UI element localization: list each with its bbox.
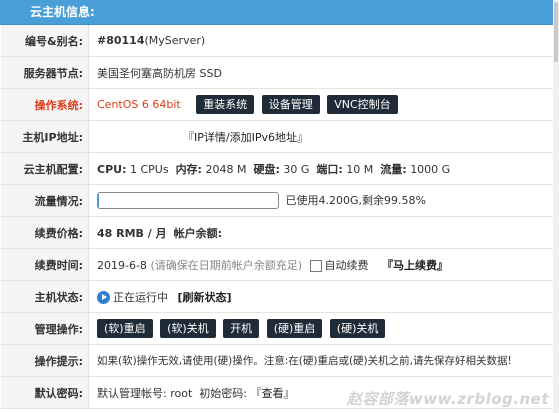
label-os: 操作系统: [1, 88, 89, 121]
row-traffic: 流量情况: 已使用4.200G,剩余99.58% [1, 184, 553, 217]
renew-now-link[interactable]: 『马上续费』 [382, 259, 448, 272]
panel-header: 云主机信息: [0, 0, 559, 25]
row-config: 云主机配置: CPU: 1 CPUs 内存: 2048 M 硬盘: 30 G 端… [1, 152, 553, 185]
row-tip: 操作提示: 如果(软)操作无效,请使用(硬)操作。注意:在(硬)重启或(硬)关机… [1, 344, 553, 377]
port-label: 端口: [316, 162, 343, 176]
soft-shutdown-button[interactable]: (软)关机 [160, 319, 216, 338]
admin-user-prefix: 默认管理帐号: [97, 386, 167, 400]
auto-renew-checkbox[interactable] [309, 259, 322, 272]
ip-details-link[interactable]: 『IP详情/添加IPv6地址』 [183, 131, 308, 144]
admin-user: root [170, 386, 193, 400]
power-on-button[interactable]: 开机 [223, 319, 260, 338]
initial-password-label: 初始密码: [199, 386, 247, 400]
label-status: 主机状态: [1, 280, 89, 313]
status-value: 正在运行中 [113, 290, 168, 304]
balance-label: 帐户余额: [173, 226, 223, 240]
row-ops: 管理操作: (软)重启 (软)关机 开机 (硬)重启 (硬)关机 [1, 312, 553, 345]
label-traffic: 流量情况: [1, 184, 89, 217]
label-node: 服务器节点: [1, 56, 89, 89]
row-price: 续费价格: 48 RMB / 月 帐户余额: [1, 216, 553, 249]
device-manage-button[interactable]: 设备管理 [261, 95, 320, 114]
os-value: CentOS 6 64bit [97, 98, 181, 111]
label-ops: 管理操作: [1, 312, 89, 345]
label-password: 默认密码: [1, 376, 89, 409]
disk-value: 30 G [283, 162, 310, 176]
row-id: 编号&别名: #80114(MyServer) [1, 25, 553, 57]
label-price: 续费价格: [1, 216, 89, 249]
row-renew: 续费时间: 2019-6-8 (请确保在日期前帐户余额充足) 自动续费 『马上续… [1, 248, 553, 281]
label-id: 编号&别名: [1, 25, 89, 57]
server-alias: (MyServer) [144, 34, 206, 47]
price-value: 48 RMB / 月 [97, 226, 167, 240]
row-ip: 主机IP地址: 『IP详情/添加IPv6地址』 [1, 120, 553, 153]
watermark: 赵容部落www.zrblog.net [346, 390, 549, 408]
auto-renew-label[interactable]: 自动续费 [325, 259, 369, 272]
label-ip: 主机IP地址: [1, 120, 89, 153]
row-node: 服务器节点: 美国圣何塞高防机房 SSD [1, 56, 553, 89]
refresh-status-link[interactable]: [刷新状态] [178, 291, 232, 304]
mem-value: 2048 M [205, 162, 247, 176]
traffic-progress-fill [98, 193, 99, 209]
server-info-table: 编号&别名: #80114(MyServer) 服务器节点: 美国圣何塞高防机房… [1, 25, 553, 409]
traffic-progress-bar [97, 192, 279, 210]
disk-label: 硬盘: [253, 162, 280, 176]
reinstall-button[interactable]: 重装系统 [196, 95, 255, 114]
node-value: 美国圣何塞高防机房 SSD [97, 66, 222, 80]
view-password-link[interactable]: 『查看』 [251, 387, 295, 400]
traffic-usage-text: 已使用4.200G,剩余99.58% [285, 193, 426, 207]
label-tip: 操作提示: [1, 344, 89, 377]
mem-label: 内存: [175, 162, 202, 176]
port-value: 10 M [346, 162, 374, 176]
renew-note: (请确保在日期前帐户余额充足) [150, 258, 303, 272]
cpu-label: CPU: [97, 162, 127, 176]
cpu-value: 1 CPUs [129, 162, 169, 176]
running-status-icon [97, 291, 110, 304]
label-renew: 续费时间: [1, 248, 89, 281]
server-info-panel: 云主机信息: 编号&别名: #80114(MyServer) 服务器节点: 美国… [0, 0, 559, 413]
scrollbar[interactable] [553, 0, 559, 413]
tip-text: 如果(软)操作无效,请使用(硬)操作。注意:在(硬)重启或(硬)关机之前,请先保… [97, 355, 512, 367]
traffic-quota-label: 流量: [380, 162, 407, 176]
label-config: 云主机配置: [1, 152, 89, 185]
renew-date: 2019-6-8 [97, 258, 147, 272]
hard-shutdown-button[interactable]: (硬)关机 [329, 319, 386, 338]
vnc-console-button[interactable]: VNC控制台 [327, 95, 398, 114]
row-status: 主机状态: 正在运行中 [刷新状态] [1, 280, 553, 313]
server-number: #80114 [97, 34, 145, 47]
row-os: 操作系统: CentOS 6 64bit 重装系统 设备管理 VNC控制台 [1, 88, 553, 121]
hard-restart-button[interactable]: (硬)重启 [266, 319, 323, 338]
soft-restart-button[interactable]: (软)重启 [97, 319, 153, 338]
scrollbar-thumb[interactable] [554, 2, 558, 62]
traffic-quota-value: 1000 G [410, 162, 451, 176]
